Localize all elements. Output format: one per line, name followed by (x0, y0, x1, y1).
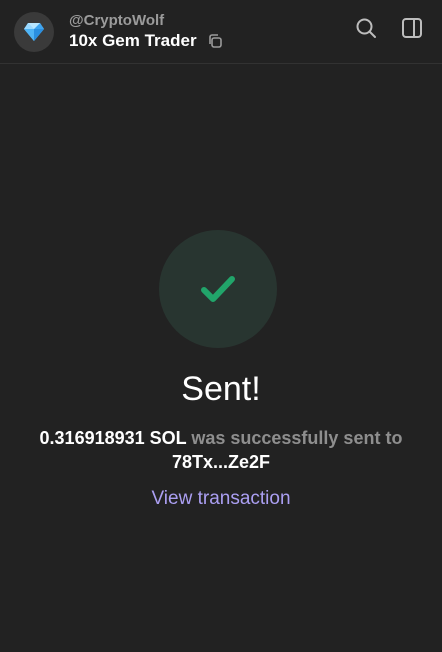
header: @CryptoWolf 10x Gem Trader (0, 0, 442, 64)
status-message: 0.316918931 SOL was successfully sent to… (14, 426, 428, 474)
send-success-panel: Sent! 0.316918931 SOL was successfully s… (0, 64, 442, 652)
search-icon[interactable] (354, 16, 378, 40)
sidebar-panel-icon[interactable] (400, 16, 424, 40)
copy-icon[interactable] (207, 33, 223, 49)
view-transaction-link[interactable]: View transaction (0, 488, 442, 510)
account-name: 10x Gem Trader (69, 30, 197, 50)
checkmark-icon (201, 276, 235, 302)
recipient-address: 78Tx...Ze2F (171, 452, 271, 472)
sent-amount: 0.316918931 SOL (39, 428, 187, 448)
success-badge (159, 230, 277, 348)
gem-icon (24, 22, 44, 41)
status-title: Sent! (181, 370, 261, 408)
account-info[interactable]: @CryptoWolf 10x Gem Trader (69, 12, 223, 52)
account-avatar[interactable] (14, 11, 54, 52)
message-to: to (385, 428, 403, 448)
username: @CryptoWolf (69, 11, 165, 29)
message-middle: was successfully sent (191, 428, 381, 448)
